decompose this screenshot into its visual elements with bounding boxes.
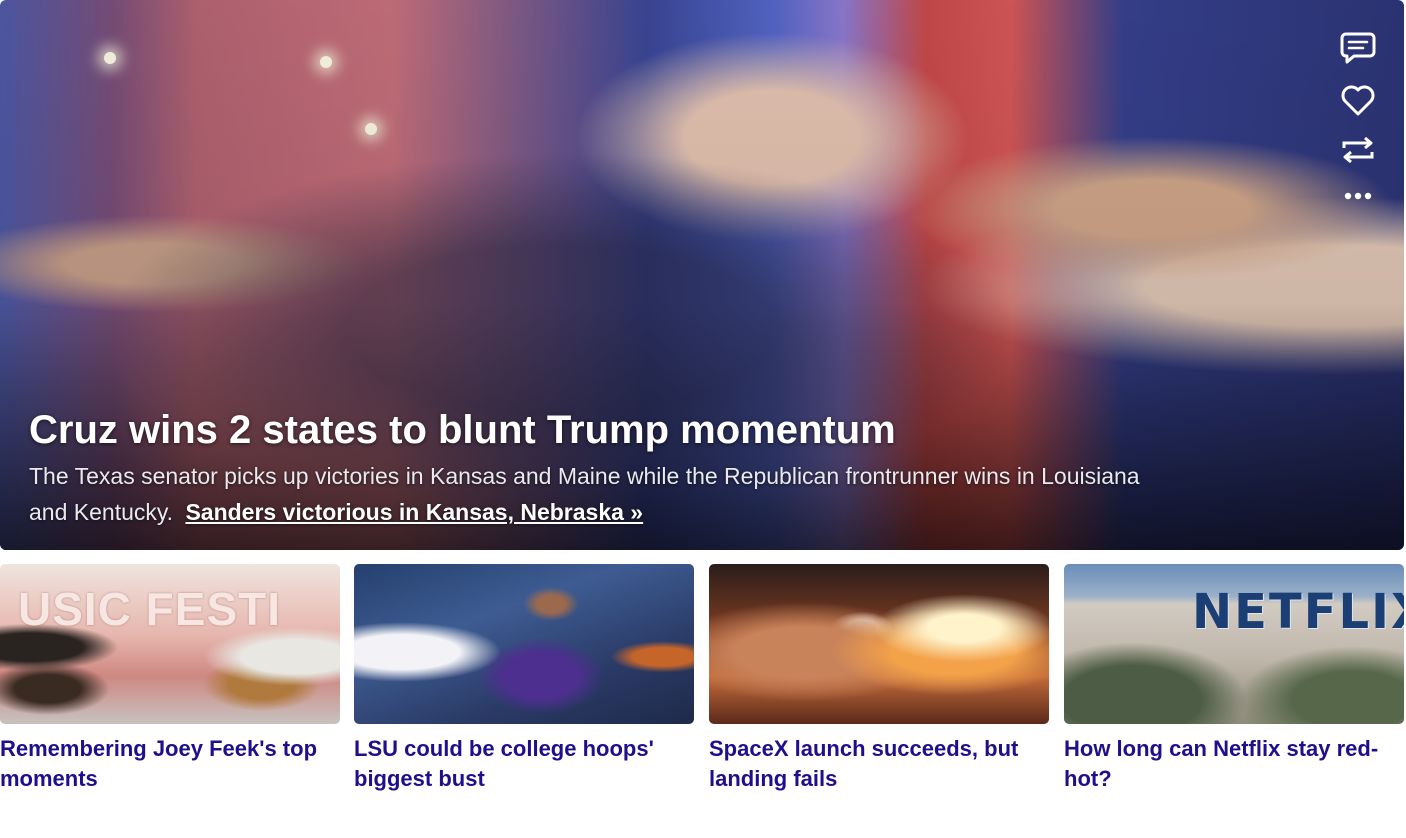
hero-story[interactable]: Cruz wins 2 states to blunt Trump moment… (0, 0, 1404, 550)
story-thumbnail[interactable]: NETFLIX (1064, 564, 1404, 724)
hero-related-link[interactable]: Sanders victorious in Kansas, Nebraska » (185, 499, 643, 525)
ellipsis-icon (1344, 192, 1372, 200)
story-card[interactable]: NETFLIX How long can Netflix stay red-ho… (1064, 564, 1404, 814)
action-rail (1334, 26, 1382, 216)
story-thumbnail[interactable] (354, 564, 694, 724)
repost-icon (1342, 136, 1374, 164)
festival-banner-text: USIC FESTI (18, 583, 282, 635)
favorite-button[interactable] (1334, 78, 1382, 122)
story-title[interactable]: SpaceX launch succeeds, but landing fail… (709, 734, 1049, 794)
story-title[interactable]: Remembering Joey Feek's top moments (0, 734, 340, 794)
hero-headline[interactable]: Cruz wins 2 states to blunt Trump moment… (29, 406, 1229, 454)
story-card[interactable]: LSU could be college hoops' biggest bust (354, 564, 694, 814)
speech-bubble-icon (1340, 32, 1376, 64)
share-button[interactable] (1334, 128, 1382, 172)
story-title[interactable]: LSU could be college hoops' biggest bust (354, 734, 694, 794)
story-card[interactable]: USIC FESTI Remembering Joey Feek's top m… (0, 564, 340, 814)
story-thumbnail[interactable]: USIC FESTI (0, 564, 340, 724)
more-button[interactable] (1334, 174, 1382, 218)
comment-button[interactable] (1334, 26, 1382, 70)
heart-icon (1341, 85, 1375, 116)
netflix-sign-text: NETFLIX (1192, 584, 1404, 640)
story-title[interactable]: How long can Netflix stay red-hot? (1064, 734, 1404, 794)
hero-summary: The Texas senator picks up victories in … (29, 458, 1169, 530)
story-thumbnail[interactable] (709, 564, 1049, 724)
story-card[interactable]: SpaceX launch succeeds, but landing fail… (709, 564, 1049, 814)
